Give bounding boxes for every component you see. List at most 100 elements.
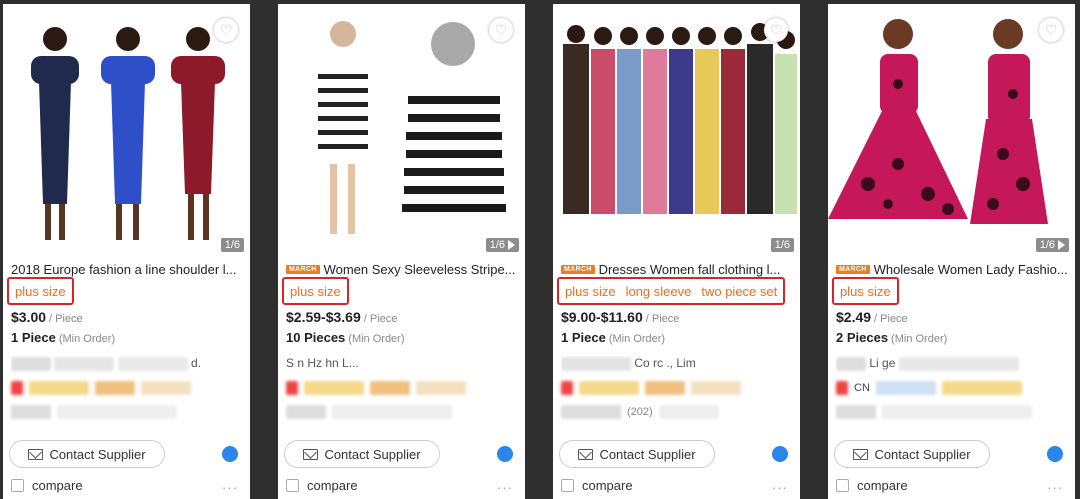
- product-image[interactable]: ♡ 1/6: [553, 4, 800, 254]
- min-order: 2 Pieces (Min Order): [836, 330, 947, 345]
- heart-icon[interactable]: ♡: [489, 18, 513, 42]
- product-price: $3.00/ Piece: [11, 309, 83, 325]
- more-options-icon[interactable]: ···: [1047, 480, 1063, 495]
- tag-plus-size: plus size: [840, 283, 891, 299]
- highlighted-tags: plus size long sleeve two piece set: [557, 277, 786, 305]
- chat-icon[interactable]: [497, 446, 513, 462]
- chat-icon[interactable]: [222, 446, 238, 462]
- heart-icon[interactable]: ♡: [214, 18, 238, 42]
- march-badge: MARCH: [561, 265, 595, 274]
- more-options-icon[interactable]: ···: [772, 480, 788, 495]
- min-order: 10 Pieces (Min Order): [286, 330, 405, 345]
- product-title[interactable]: MARCH Wholesale Women Lady Fashio...: [836, 262, 1068, 277]
- tag-plus-size: plus size: [290, 283, 341, 299]
- product-title-text[interactable]: Women Sexy Sleeveless Stripe...: [324, 262, 516, 277]
- compare-toggle[interactable]: compare: [561, 478, 633, 493]
- supplier-text[interactable]: d.: [191, 356, 201, 370]
- country-code: CN: [854, 382, 870, 394]
- product-image[interactable]: ♡ 1/6: [3, 4, 250, 254]
- contact-supplier-button[interactable]: Contact Supplier: [559, 440, 715, 468]
- price-value: $9.00-$11.60: [561, 309, 643, 325]
- supplier-rating: (202): [561, 404, 793, 420]
- march-badge: MARCH: [836, 265, 870, 274]
- supplier-text[interactable]: S n Hz hn L...: [286, 356, 359, 370]
- supplier-name[interactable]: S n Hz hn L...: [286, 356, 518, 376]
- mail-icon: [853, 448, 869, 460]
- contact-supplier-button[interactable]: Contact Supplier: [9, 440, 165, 468]
- price-unit: / Piece: [49, 313, 83, 325]
- product-title[interactable]: MARCH Women Sexy Sleeveless Stripe...: [286, 262, 518, 277]
- product-title-text[interactable]: Wholesale Women Lady Fashio...: [874, 262, 1068, 277]
- compare-label[interactable]: compare: [32, 478, 83, 493]
- product-title-text[interactable]: Dresses Women fall clothing l...: [599, 262, 781, 277]
- supplier-name[interactable]: d.: [11, 356, 243, 376]
- rating-count: (202): [627, 406, 653, 418]
- highlighted-tags: plus size: [7, 277, 74, 305]
- product-card[interactable]: ♡ 1/6 MARCH Wholesale Women Lady Fashio..…: [828, 4, 1075, 499]
- min-order: 1 Piece (Min Order): [11, 330, 115, 345]
- moq-note: (Min Order): [891, 333, 948, 345]
- compare-checkbox[interactable]: [286, 479, 299, 492]
- moq-note: (Min Order): [348, 333, 405, 345]
- compare-toggle[interactable]: compare: [836, 478, 908, 493]
- supplier-badges: CN: [836, 380, 1068, 396]
- supplier-text[interactable]: Li ge: [869, 356, 895, 370]
- compare-label[interactable]: compare: [582, 478, 633, 493]
- chat-icon[interactable]: [772, 446, 788, 462]
- product-title[interactable]: MARCH Dresses Women fall clothing l...: [561, 262, 793, 277]
- price-unit: / Piece: [363, 313, 398, 325]
- play-icon: [508, 240, 515, 250]
- heart-icon[interactable]: ♡: [1039, 18, 1063, 42]
- compare-toggle[interactable]: compare: [286, 478, 358, 493]
- price-unit: / Piece: [874, 313, 908, 325]
- contact-label: Contact Supplier: [49, 446, 146, 462]
- mail-icon: [578, 448, 594, 460]
- compare-checkbox[interactable]: [561, 479, 574, 492]
- chat-icon[interactable]: [1047, 446, 1063, 462]
- image-counter: 1/6: [220, 238, 244, 252]
- compare-label[interactable]: compare: [307, 478, 358, 493]
- mail-icon: [303, 448, 319, 460]
- highlighted-tags: plus size: [832, 277, 899, 305]
- compare-checkbox[interactable]: [11, 479, 24, 492]
- product-card[interactable]: ♡ 1/6 2018 Europe fashion a line shoulde…: [3, 4, 250, 499]
- supplier-badges: [286, 380, 518, 396]
- product-price: $9.00-$11.60/ Piece: [561, 309, 679, 325]
- supplier-rating: [286, 404, 518, 420]
- contact-supplier-button[interactable]: Contact Supplier: [284, 440, 440, 468]
- price-value: $2.49: [836, 309, 872, 325]
- product-card[interactable]: ♡ 1/6 MARCH Women Sexy Sleeveless Stripe.…: [278, 4, 525, 499]
- more-options-icon[interactable]: ···: [497, 480, 513, 495]
- moq-note: (Min Order): [58, 333, 116, 345]
- moq-qty: 10 Pieces: [286, 330, 346, 345]
- supplier-name[interactable]: Co rc ., Lim: [561, 356, 793, 376]
- contact-label: Contact Supplier: [874, 446, 971, 462]
- product-card[interactable]: ♡ 1/6 MARCH Dresses Women fall clothing l…: [553, 4, 800, 499]
- product-title-text[interactable]: 2018 Europe fashion a line shoulder l...: [11, 262, 237, 277]
- price-value: $3.00: [11, 309, 47, 325]
- moq-qty: 1 Piece: [11, 330, 56, 345]
- moq-qty: 2 Pieces: [836, 330, 889, 345]
- product-image[interactable]: ♡ 1/6: [828, 4, 1075, 254]
- contact-supplier-button[interactable]: Contact Supplier: [834, 440, 990, 468]
- supplier-badges: [561, 380, 793, 396]
- supplier-text[interactable]: Co rc ., Lim: [634, 356, 695, 370]
- supplier-rating: [836, 404, 1068, 420]
- heart-icon[interactable]: ♡: [764, 18, 788, 42]
- compare-toggle[interactable]: compare: [11, 478, 83, 493]
- product-image[interactable]: ♡ 1/6: [278, 4, 525, 254]
- mail-icon: [28, 448, 44, 460]
- supplier-rating: [11, 404, 243, 420]
- more-options-icon[interactable]: ···: [222, 480, 238, 495]
- supplier-name[interactable]: Li ge: [836, 356, 1068, 376]
- compare-label[interactable]: compare: [857, 478, 908, 493]
- tag-plus-size: plus size: [15, 283, 66, 299]
- image-counter: 1/6: [1035, 238, 1069, 252]
- compare-checkbox[interactable]: [836, 479, 849, 492]
- contact-label: Contact Supplier: [324, 446, 421, 462]
- image-counter: 1/6: [485, 238, 519, 252]
- march-badge: MARCH: [286, 265, 320, 274]
- product-title[interactable]: 2018 Europe fashion a line shoulder l...: [11, 262, 243, 277]
- supplier-badges: [11, 380, 243, 396]
- min-order: 1 Piece (Min Order): [561, 330, 665, 345]
